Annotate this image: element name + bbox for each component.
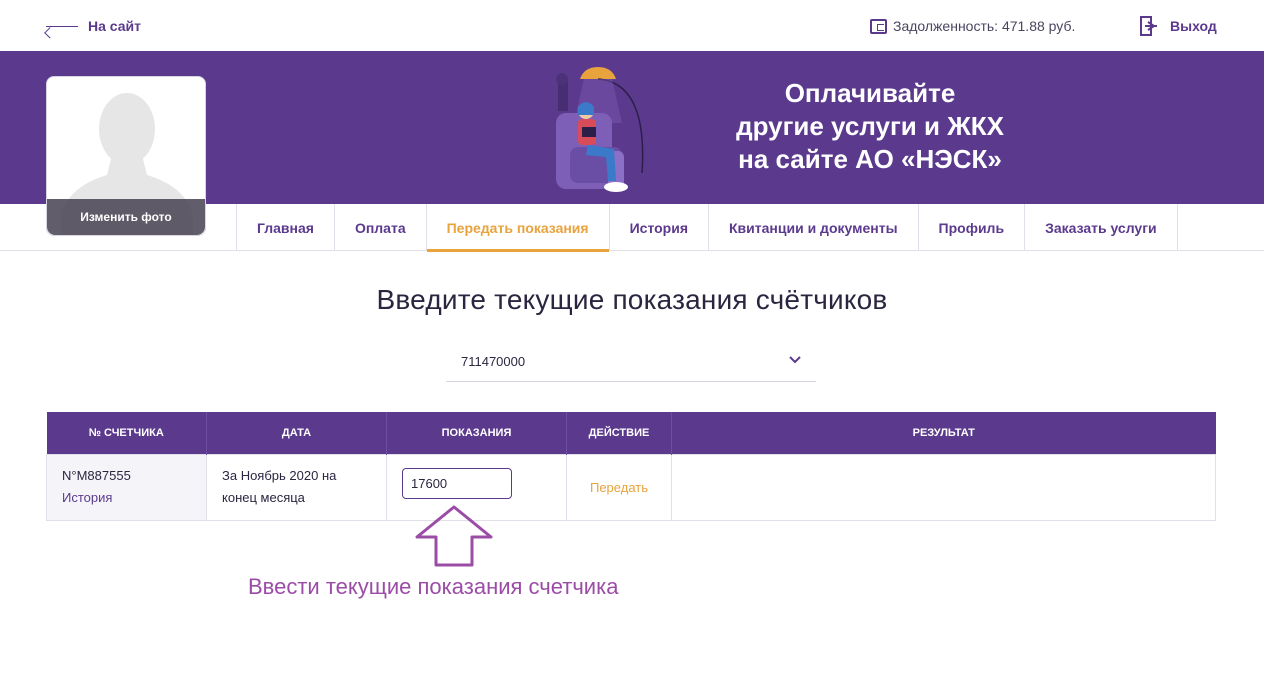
chevron-down-icon [789,356,801,364]
banner-text: Оплачивайте другие услуги и ЖКХ на сайте… [690,77,1050,176]
debt-label: Задолженность: 471.88 руб. [893,18,1076,34]
banner-line-1: Оплачивайте [784,78,956,108]
meter-number: N°M887555 [62,468,131,483]
meter-number-cell: N°M887555 История [46,453,207,521]
tab-submit-readings[interactable]: Передать показания [426,204,610,252]
logout-link[interactable]: Выход [1140,16,1217,36]
banner-line-2: другие услуги и ЖКХ [736,111,1004,141]
result-cell [671,453,1216,521]
submit-reading-button[interactable]: Передать [582,480,656,495]
banner-line-3: на сайте АО «НЭСК» [738,144,1002,174]
date-cell: За Ноябрь 2020 на конец месяца [206,453,387,521]
tab-receipts-documents[interactable]: Квитанции и документы [709,204,919,251]
logout-icon [1140,16,1157,36]
date-line-1: За Ноябрь 2020 на [222,468,337,483]
column-header-meter-number: № счетчика [46,412,207,454]
account-selected-value: 711470000 [461,354,526,369]
logout-label: Выход [1170,18,1217,34]
up-arrow-annotation-icon [415,505,493,567]
annotation-text: Ввести текущие показания счетчика [248,574,619,599]
table-header-row: № счетчика Дата Показания Действие Резул… [46,412,1216,454]
page-title: Введите текущие показания счётчиков [376,284,888,315]
top-bar: На сайт Задолженность: 471.88 руб. Выход [0,0,1264,51]
tab-history[interactable]: История [610,204,709,251]
meter-readings-table: № счетчика Дата Показания Действие Резул… [46,412,1216,521]
back-to-site-link[interactable]: На сайт [46,17,141,35]
table-row: N°M887555 История За Ноябрь 2020 на коне… [46,453,1216,521]
tab-profile[interactable]: Профиль [919,204,1026,251]
armchair-reader-illustration [556,67,644,192]
account-select[interactable]: 711470000 [446,342,816,382]
arrow-left-icon [46,25,78,27]
back-to-site-label: На сайт [88,18,141,34]
column-header-action: Действие [566,412,672,454]
column-header-result: Результат [671,412,1216,454]
main-nav: Главная Оплата Передать показания Истори… [0,204,1264,252]
date-line-2: конец месяца [222,490,305,505]
column-header-date: Дата [206,412,387,454]
column-header-reading: Показания [386,412,567,454]
nav-tabs: Главная Оплата Передать показания Истори… [236,204,1178,252]
wallet-icon [870,18,887,34]
action-cell: Передать [566,453,672,521]
reading-input[interactable] [402,467,512,499]
tab-home[interactable]: Главная [237,204,335,251]
tab-order-services[interactable]: Заказать услуги [1025,204,1178,251]
debt-indicator: Задолженность: 471.88 руб. [870,17,1075,35]
tab-payment[interactable]: Оплата [335,204,427,251]
meter-history-link[interactable]: История [62,487,191,509]
